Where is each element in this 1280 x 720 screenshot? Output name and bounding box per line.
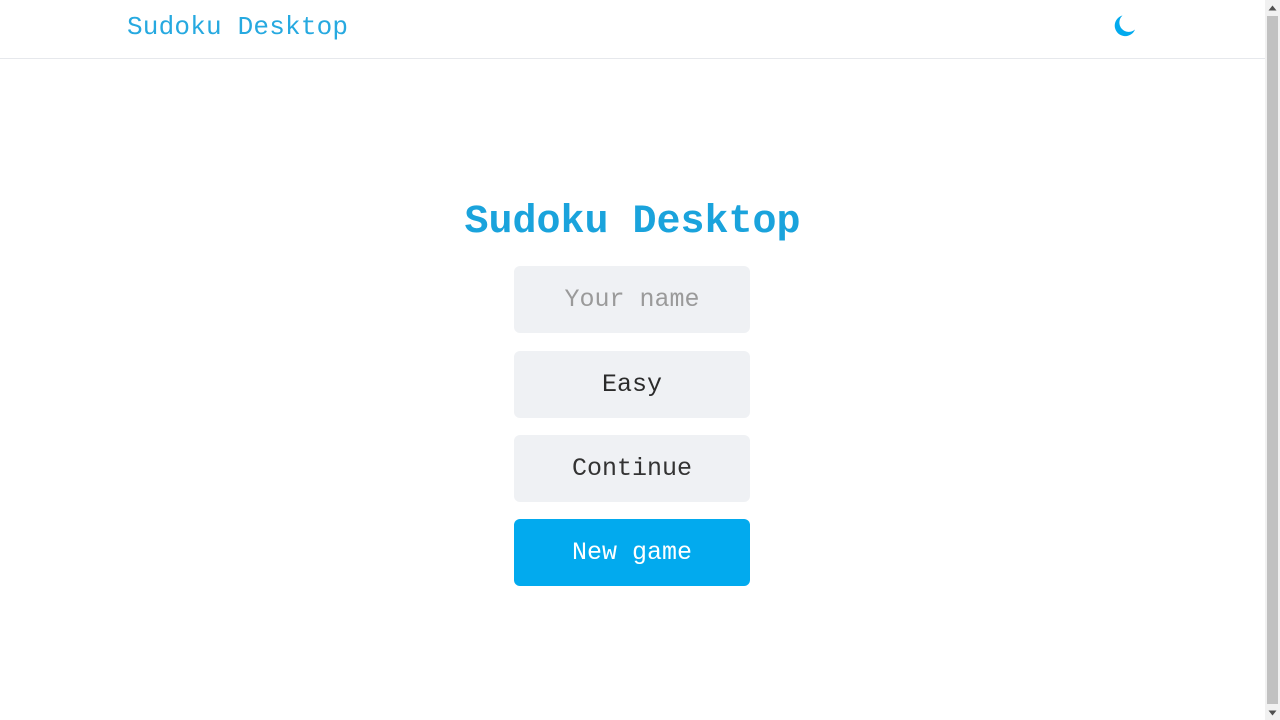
continue-button[interactable]: Continue [514,435,750,502]
navbar: Sudoku Desktop [0,0,1265,59]
new-game-button[interactable]: New game [514,519,750,586]
app-viewport: Sudoku Desktop Sudoku Desktop Easy Conti… [0,0,1265,720]
theme-toggle-button[interactable] [1110,12,1138,40]
difficulty-select[interactable]: Easy [514,351,750,418]
moon-icon [1114,15,1135,37]
scroll-down-arrow-icon[interactable] [1265,705,1280,720]
scrollbar-thumb[interactable] [1267,16,1278,704]
page-title: Sudoku Desktop [464,200,801,245]
vertical-scrollbar[interactable] [1265,0,1280,720]
scroll-up-arrow-icon[interactable] [1265,0,1280,15]
brand-link[interactable]: Sudoku Desktop [127,12,348,42]
name-input[interactable] [514,266,750,333]
